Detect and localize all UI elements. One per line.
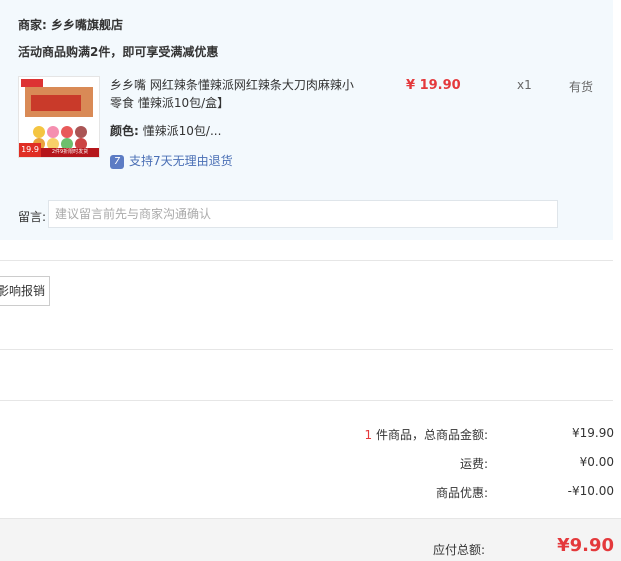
- store-order-panel: 商家: 乡乡嘴旗舰店 活动商品购满2件，即可享受满减优惠 19.9 2件9折限时…: [0, 0, 613, 240]
- color-label: 颜色:: [110, 124, 139, 138]
- product-thumbnail[interactable]: 19.9 2件9折限时发货: [18, 76, 100, 158]
- thumb-snack-row: [33, 135, 97, 150]
- message-label: 留言:: [18, 210, 47, 224]
- discount-value: -¥10.00: [567, 484, 614, 498]
- thumb-brand-mark: [21, 79, 43, 87]
- product-price: ¥ 19.90: [406, 78, 461, 93]
- grand-total-bar: 应付总额: ¥9.90: [0, 518, 621, 561]
- thumb-snack-row: [33, 123, 97, 138]
- product-quantity: x1: [517, 78, 532, 92]
- grand-total-value: ¥9.90: [557, 535, 614, 556]
- message-input[interactable]: 建议留言前先与商家沟通确认: [48, 200, 558, 228]
- items-total-label: 1 件商品，总商品金额:: [364, 428, 488, 442]
- return-policy-text: 支持7天无理由退货: [129, 154, 233, 168]
- invoice-button[interactable]: 影响报销: [0, 276, 50, 306]
- thumb-price-tag: 19.9: [19, 143, 41, 157]
- divider: [0, 260, 613, 261]
- shipping-label: 运费:: [459, 457, 488, 471]
- grand-total-label: 应付总额:: [432, 543, 485, 557]
- return-policy-icon: 7: [110, 154, 124, 169]
- thumb-box-label: [31, 95, 81, 111]
- divider: [0, 349, 613, 350]
- shipping-value: ¥0.00: [579, 455, 614, 469]
- thumb-banner: 2件9折限时发货: [41, 148, 99, 157]
- product-title[interactable]: 乡乡嘴 网红辣条懂辣派网红辣条大刀肉麻辣小零食 懂辣派10包/盒】: [110, 76, 355, 112]
- divider: [0, 400, 613, 401]
- merchant-name[interactable]: 商家: 乡乡嘴旗舰店: [18, 16, 123, 33]
- item-count: 1: [364, 428, 373, 442]
- promo-text: 活动商品购满2件，即可享受满减优惠: [18, 45, 219, 59]
- items-total-value: ¥19.90: [572, 426, 614, 440]
- discount-label: 商品优惠:: [435, 486, 488, 500]
- product-color: 颜色: 懂辣派10包/...: [110, 122, 221, 139]
- stock-status: 有货: [569, 80, 594, 94]
- color-value: 懂辣派10包/...: [142, 124, 222, 138]
- return-policy[interactable]: 7 支持7天无理由退货: [110, 152, 233, 169]
